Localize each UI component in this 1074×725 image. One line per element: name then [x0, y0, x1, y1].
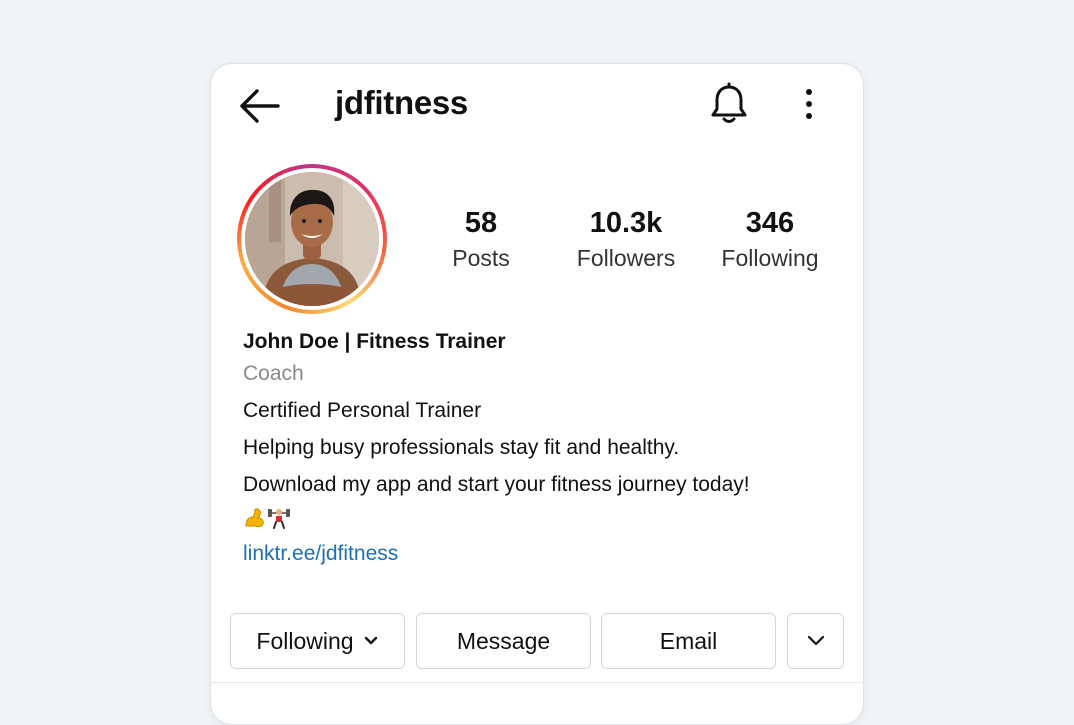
chevron-down-icon	[364, 636, 377, 645]
email-button[interactable]: Email	[601, 613, 776, 669]
stat-posts[interactable]: 58 Posts	[406, 206, 556, 274]
stat-count: 346	[745, 207, 795, 239]
top-bar: jdfitness	[211, 64, 863, 144]
bio-line: Helping busy professionals stay fit and …	[243, 436, 680, 459]
bio-link[interactable]: linktr.ee/jdfitness	[243, 539, 843, 569]
bio-line: Certified Personal Trainer	[243, 399, 482, 422]
stat-count: 58	[464, 207, 498, 239]
stat-following[interactable]: 346 Following	[695, 206, 845, 274]
notifications-button[interactable]	[709, 82, 749, 126]
bio-line: Download my app and start your fitness j…	[243, 473, 750, 496]
bio-emoji	[243, 502, 843, 532]
stat-label: Posts	[452, 245, 510, 271]
bio-category: Coach	[243, 362, 304, 385]
stat-label: Following	[721, 245, 819, 271]
arrow-left-icon	[240, 89, 280, 123]
message-button[interactable]: Message	[416, 613, 591, 669]
profile-actions: Following Message Email	[230, 613, 850, 669]
profile-username: jdfitness	[335, 84, 468, 121]
profile-bio: John Doe | Fitness Trainer Coach Certifi…	[243, 327, 843, 569]
stat-label: Followers	[576, 245, 676, 271]
flexed-biceps-icon	[245, 508, 264, 528]
back-button[interactable]	[237, 86, 281, 126]
following-button-label: Following	[256, 627, 354, 654]
avatar-story-ring[interactable]	[237, 164, 387, 314]
profile-card: jdfitness 58 Posts 10.3k Followers 346 F…	[210, 63, 864, 725]
message-button-label: Message	[456, 627, 551, 654]
section-divider	[211, 682, 863, 683]
avatar	[245, 172, 379, 306]
following-button[interactable]: Following	[230, 613, 405, 669]
bio-display-name: John Doe | Fitness Trainer	[243, 330, 506, 353]
weightlifter-icon	[268, 509, 290, 529]
chevron-down-icon	[807, 635, 824, 646]
email-button-label: Email	[659, 627, 718, 654]
bell-icon	[711, 82, 747, 123]
more-options-button[interactable]	[797, 86, 821, 122]
stat-followers[interactable]: 10.3k Followers	[551, 206, 701, 274]
more-vertical-icon	[806, 89, 812, 119]
stat-count: 10.3k	[589, 207, 663, 239]
suggested-accounts-button[interactable]	[787, 613, 844, 669]
